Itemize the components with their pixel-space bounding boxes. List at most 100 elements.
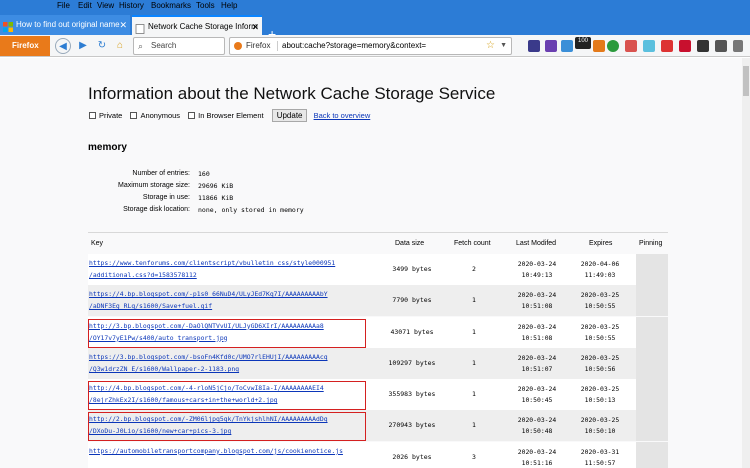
pocket-icon[interactable] [661, 40, 673, 52]
tab-cache[interactable]: Network Cache Storage Inform ✕ [132, 15, 262, 35]
date-text: 2020-03-24 [517, 291, 557, 300]
eraser-icon[interactable] [625, 40, 637, 52]
check-icon[interactable] [607, 40, 619, 52]
menu-bar: File Edit View History Bookmarks Tools H… [0, 0, 750, 11]
options-row: Private Anonymous In Browser Element Upd… [89, 109, 370, 123]
cache-table: Key Data size Fetch count Last Modifed E… [88, 232, 668, 468]
menu-bookmarks[interactable]: Bookmarks [151, 0, 191, 11]
data-size-cell: 43071 bytes [390, 327, 434, 336]
fetch-count-cell: 1 [472, 421, 476, 430]
counter-badge[interactable]: 100 [575, 37, 591, 49]
overflow-menu-icon[interactable] [733, 40, 743, 52]
reload-icon[interactable]: ↻ [94, 38, 110, 54]
last-modified-cell: 2020-03-24 10:51:08 [508, 322, 566, 344]
fetch-count-cell: 1 [472, 358, 476, 367]
tab-close-icon[interactable]: ✕ [119, 15, 127, 35]
library-icon[interactable] [528, 40, 540, 52]
cache-entry-link[interactable]: http://2.bp.blogspot.com/-ZM06ljpq5qk/Tn… [89, 413, 371, 437]
time-text: 10:51:07 [521, 364, 553, 373]
extension-icon[interactable] [593, 40, 605, 52]
magnifier-icon[interactable] [643, 40, 655, 52]
private-label: Private [99, 111, 123, 120]
back-icon[interactable]: ◀ [55, 38, 71, 54]
cache-key-line[interactable]: /8ejrZhkEx2I/s1600/famous+cars+in+the+wo… [89, 394, 371, 406]
menu-edit[interactable]: Edit [78, 0, 92, 11]
chevron-down-icon[interactable]: ▼ [500, 38, 507, 54]
cache-key-line[interactable]: https://automobiletransportcompany.blogs… [89, 445, 371, 457]
cache-key-line[interactable]: https://4.bp.blogspot.com/-p1s0_66NuD4/U… [89, 288, 371, 300]
cache-key-line[interactable]: /DXoDu-J0Lio/s1600/new+car+pics-3.jpg [89, 425, 371, 437]
data-size-cell: 3499 bytes [392, 265, 432, 273]
vertical-scrollbar[interactable] [742, 58, 750, 468]
pinning-cell [636, 379, 668, 411]
forward-icon[interactable]: ▶ [75, 38, 91, 54]
fetch-count-cell: 3 [472, 452, 476, 461]
table-row: http://4.bp.blogspot.com/-4-rloN5jCjo/To… [88, 379, 668, 411]
data-size-cell: 270943 bytes [388, 421, 436, 430]
stat-label: Maximum storage size: [118, 182, 190, 189]
cache-entry-link[interactable]: https://www.tenforums.com/clientscript/v… [89, 257, 371, 281]
cache-key-line[interactable]: /additional.css?d=1583578112 [89, 269, 371, 281]
search-input[interactable]: ⌕ Search [133, 37, 225, 55]
table-row: https://automobiletransportcompany.blogs… [88, 441, 668, 468]
addon-icon[interactable] [697, 40, 709, 52]
cache-entry-link[interactable]: https://3.bp.blogspot.com/-bsoFn4Kfd0c/U… [89, 351, 371, 375]
menu-view[interactable]: View [97, 0, 114, 11]
private-checkbox[interactable] [89, 112, 96, 119]
scrollbar-thumb[interactable] [743, 66, 749, 96]
tab-strip: How to find out original name ✕ Network … [0, 11, 750, 42]
pinterest-icon[interactable] [679, 40, 691, 52]
cache-key-line[interactable]: http://2.bp.blogspot.com/-ZM06ljpq5qk/Tn… [89, 413, 371, 425]
menu-help[interactable]: Help [221, 0, 237, 11]
date-text: 2020-03-24 [517, 385, 557, 394]
tool-icon[interactable] [561, 40, 573, 52]
menu-history[interactable]: History [119, 0, 144, 11]
last-modified-cell: 2020-03-24 10:50:48 [508, 415, 566, 437]
identity-label: Firefox [246, 41, 271, 50]
cache-entry-link[interactable]: http://3.bp.blogspot.com/-DaOlQNTVvUI/UL… [89, 320, 371, 344]
page-favicon-icon [135, 22, 145, 34]
time-text: 10:50:55 [584, 302, 616, 311]
url-bar[interactable]: Firefox about:cache?storage=memory&conte… [229, 37, 512, 55]
header-expires: Expires [589, 240, 613, 247]
cache-key-line[interactable]: https://3.bp.blogspot.com/-bsoFn4Kfd0c/U… [89, 351, 371, 363]
data-size-cell: 355983 bytes [388, 390, 436, 399]
menu-file[interactable]: File [57, 0, 70, 11]
header-fetch-count: Fetch count [454, 240, 491, 247]
cache-entry-link[interactable]: http://4.bp.blogspot.com/-4-rloN5jCjo/To… [89, 382, 371, 406]
home-icon[interactable]: ⌂ [112, 38, 128, 54]
date-text: 2020-04-06 [580, 260, 620, 268]
star-icon[interactable]: ☆ [486, 38, 495, 54]
tab-forum[interactable]: How to find out original name ✕ [0, 15, 130, 35]
cache-entry-link[interactable]: https://4.bp.blogspot.com/-p1s0_66NuD4/U… [89, 288, 371, 312]
anonymous-checkbox[interactable] [130, 112, 138, 119]
back-to-overview-link[interactable]: Back to overview [314, 111, 371, 120]
tab-close-icon[interactable]: ✕ [251, 17, 259, 35]
in-browser-element-checkbox[interactable] [188, 112, 196, 119]
url-text[interactable]: about:cache?storage=memory&context= [282, 38, 426, 54]
time-text: 10:51:16 [521, 458, 553, 467]
cache-key-line[interactable]: /aDNF3Eg_RLg/s1600/Save+fuel.gif [89, 300, 371, 312]
cache-key-line[interactable]: https://www.tenforums.com/clientscript/v… [89, 257, 371, 269]
data-size-cell: 2026 bytes [392, 452, 432, 461]
time-text: 10:50:13 [584, 396, 616, 405]
addon-icon[interactable] [715, 40, 727, 52]
data-size-cell: 109297 bytes [388, 358, 436, 367]
cache-key-line[interactable]: /Q3w1drzZN_E/s1600/Wallpaper-2-1183.png [89, 363, 371, 375]
cache-entry-link[interactable]: https://automobiletransportcompany.blogs… [89, 445, 371, 457]
menu-tools[interactable]: Tools [196, 0, 215, 11]
cache-key-line[interactable]: /OY17v7yE1Pw/s400/auto_transport.jpg [89, 332, 371, 344]
cache-key-line[interactable]: http://4.bp.blogspot.com/-4-rloN5jCjo/To… [89, 382, 371, 394]
sidebar-icon[interactable] [545, 40, 557, 52]
update-button[interactable]: Update [271, 109, 308, 122]
firefox-identity-icon [234, 42, 242, 50]
date-text: 2020-03-24 [517, 416, 557, 425]
expires-cell: 2020-03-25 10:50:10 [571, 415, 629, 437]
expires-cell: 2020-03-25 10:50:13 [571, 384, 629, 406]
firefox-menu-button[interactable]: Firefox [0, 36, 50, 56]
date-text: 2020-03-25 [580, 416, 620, 425]
time-text: 10:50:55 [584, 333, 616, 342]
pinning-cell [636, 410, 668, 442]
date-text: 2020-03-25 [580, 322, 620, 331]
cache-key-line[interactable]: http://3.bp.blogspot.com/-DaOlQNTVvUI/UL… [89, 320, 371, 332]
